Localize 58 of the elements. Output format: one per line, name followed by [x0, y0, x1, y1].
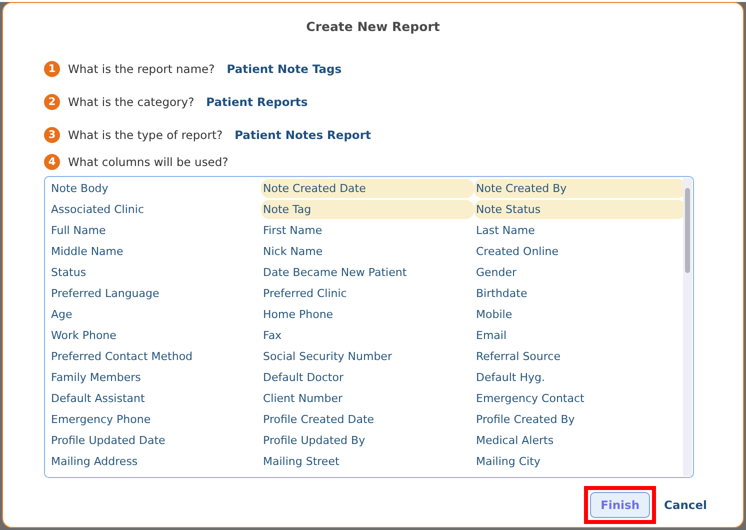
column-option[interactable]: First Name [261, 221, 474, 240]
scrollbar[interactable] [683, 178, 692, 476]
step-number: 4 [44, 154, 60, 170]
column-option[interactable]: Referral Source [474, 347, 686, 366]
step-number: 1 [44, 61, 60, 77]
dialog-title: Create New Report [306, 19, 440, 34]
step-number: 3 [44, 127, 60, 143]
column-option[interactable]: Note Created Date [261, 179, 474, 198]
answer-text: Patient Note Tags [226, 62, 342, 76]
column-option[interactable]: Client Number [261, 389, 474, 408]
column-option[interactable]: Profile Created Date [261, 410, 474, 429]
column-option[interactable]: Associated Clinic [49, 200, 261, 219]
column-option[interactable]: Created Online [474, 242, 686, 261]
column-option[interactable]: Note Body [49, 179, 261, 198]
cancel-button[interactable]: Cancel [660, 498, 711, 512]
column-option[interactable]: Note Status [474, 200, 686, 219]
column-option[interactable]: Mobile [474, 305, 686, 324]
column-option[interactable]: Emergency Contact [474, 389, 686, 408]
column-option[interactable]: Note Created By [474, 179, 686, 198]
column-option[interactable]: Profile Created By [474, 410, 686, 429]
column-option[interactable]: Fax [261, 326, 474, 345]
column-option[interactable]: Mailing City [474, 452, 686, 471]
column-option[interactable]: Preferred Language [49, 284, 261, 303]
column-option[interactable]: Gender [474, 263, 686, 282]
answer-text: Patient Reports [206, 95, 308, 109]
column-option[interactable]: Date Became New Patient [261, 263, 474, 282]
column-option[interactable]: Mailing Address [49, 452, 261, 471]
column-option[interactable]: Nick Name [261, 242, 474, 261]
column-option[interactable]: Last Name [474, 221, 686, 240]
column-option[interactable]: Status [49, 263, 261, 282]
column-option[interactable]: Full Name [49, 221, 261, 240]
finish-button[interactable]: Finish [590, 492, 650, 518]
column-option[interactable]: Profile Updated Date [49, 431, 261, 450]
column-option[interactable]: Preferred Contact Method [49, 347, 261, 366]
column-option[interactable]: Profile Updated By [261, 431, 474, 450]
column-option[interactable]: Default Assistant [49, 389, 261, 408]
question-text: What is the report name? [68, 62, 215, 76]
column-option[interactable]: Medical Alerts [474, 431, 686, 450]
answer-text: Patient Notes Report [234, 128, 371, 142]
column-option[interactable]: Default Doctor [261, 368, 474, 387]
column-option[interactable]: Mailing Street [261, 452, 474, 471]
column-option[interactable]: Note Tag [261, 200, 474, 219]
question-text: What is the category? [68, 95, 194, 109]
question-text: What is the type of report? [68, 128, 223, 142]
column-option[interactable]: Preferred Clinic [261, 284, 474, 303]
column-option[interactable]: Family Members [49, 368, 261, 387]
column-option[interactable]: Age [49, 305, 261, 324]
column-option[interactable]: Birthdate [474, 284, 686, 303]
column-option[interactable]: Social Security Number [261, 347, 474, 366]
step-number: 2 [44, 94, 60, 110]
scroll-thumb[interactable] [685, 188, 690, 273]
column-option[interactable]: Emergency Phone [49, 410, 261, 429]
column-option[interactable]: Home Phone [261, 305, 474, 324]
column-option[interactable]: Work Phone [49, 326, 261, 345]
column-option[interactable]: Email [474, 326, 686, 345]
column-option[interactable]: Default Hyg. [474, 368, 686, 387]
question-text: What columns will be used? [68, 155, 228, 169]
column-option[interactable]: Middle Name [49, 242, 261, 261]
